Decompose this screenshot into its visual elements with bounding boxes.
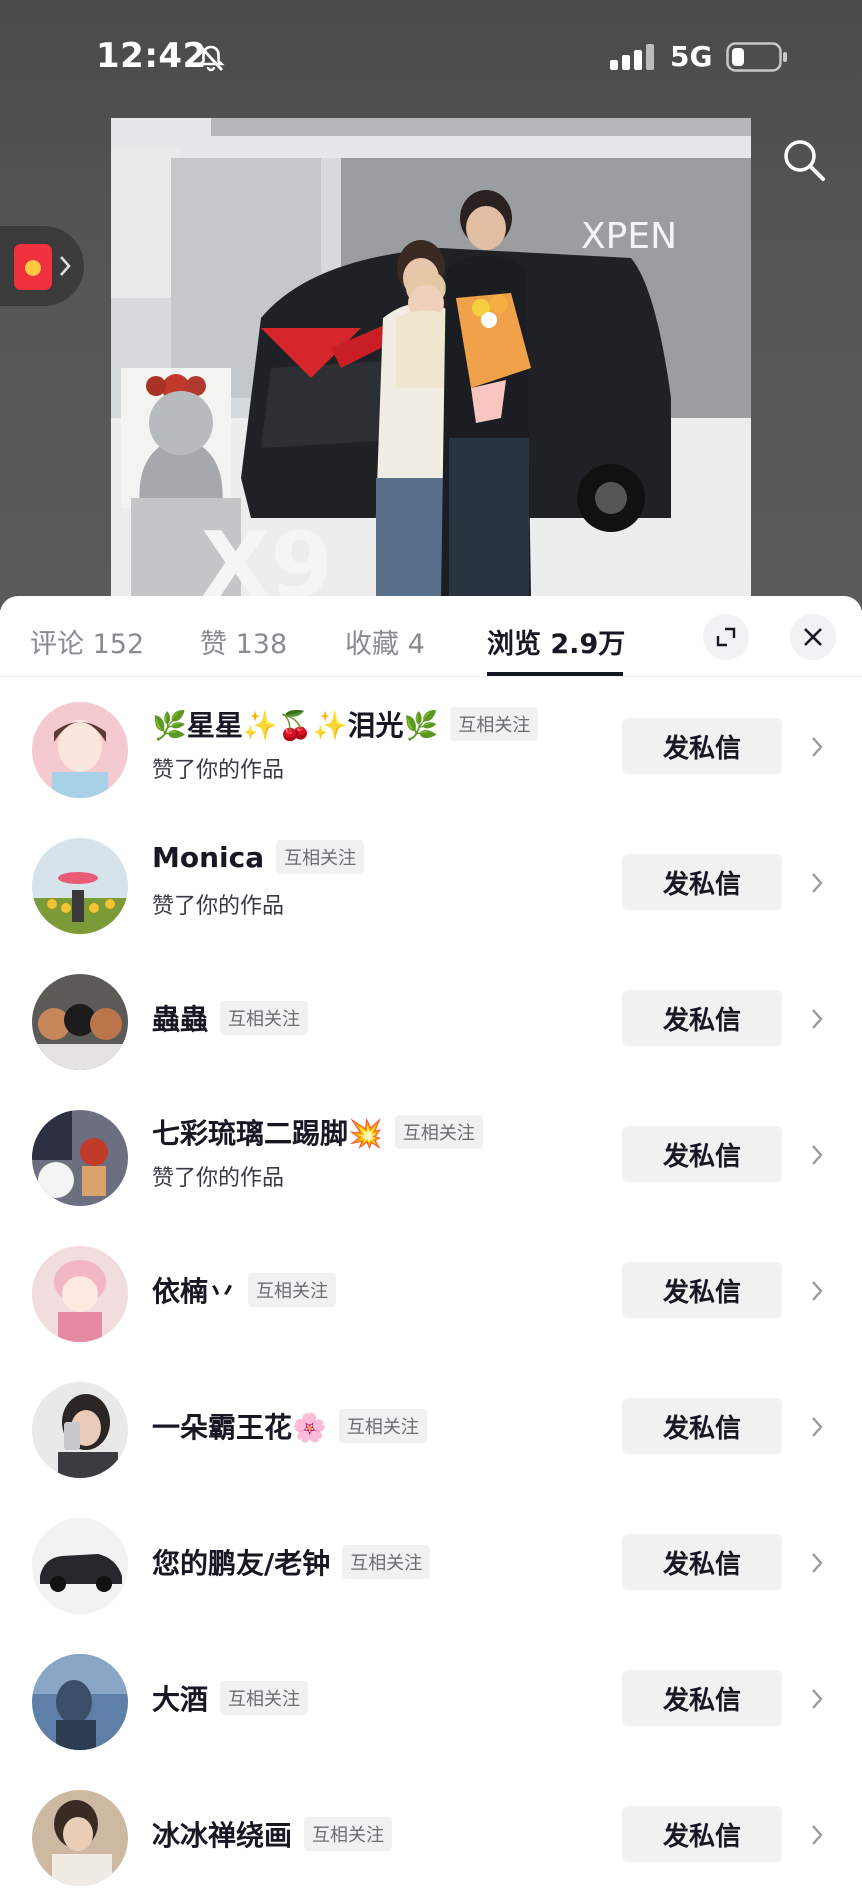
signal-icon <box>610 44 654 70</box>
list-item[interactable]: 蟲蟲 互相关注 发私信 <box>0 952 862 1088</box>
chevron-right-icon[interactable] <box>810 1143 824 1167</box>
tab-comments[interactable]: 评论 152 <box>30 622 144 661</box>
network-label: 5G <box>670 40 713 73</box>
mutual-follow-badge: 互相关注 <box>220 1681 309 1715</box>
send-message-button[interactable]: 发私信 <box>622 1670 782 1726</box>
user-name: 蟲蟲 <box>152 1003 209 1036</box>
activity-text: 赞了你的作品 <box>152 758 285 783</box>
user-name: Monica <box>152 840 265 874</box>
status-time: 12:42 <box>96 36 207 76</box>
video-thumbnail[interactable]: XPEN X9 <box>111 118 751 598</box>
showroom-photo: XPEN X9 <box>111 118 751 598</box>
bottom-sheet: 评论 152 赞 138 收藏 4 浏览 2.9万 🌿星星✨🍒✨泪光🌿 互相关注… <box>0 596 862 1886</box>
list-item[interactable]: 依楠丷 互相关注 发私信 <box>0 1224 862 1360</box>
list-item[interactable]: Monica 互相关注 赞了你的作品 发私信 <box>0 816 862 952</box>
avatar[interactable] <box>32 974 128 1070</box>
mutual-follow-badge: 互相关注 <box>342 1545 431 1579</box>
mutual-follow-badge: 互相关注 <box>304 1817 393 1851</box>
user-name: 冰冰禅绕画 <box>152 1819 293 1852</box>
battery-icon <box>726 42 787 72</box>
activity-text: 赞了你的作品 <box>152 894 285 919</box>
send-message-button[interactable]: 发私信 <box>622 1126 782 1182</box>
expand-button[interactable] <box>703 614 749 660</box>
brand-sign: XPEN <box>581 216 677 257</box>
red-packet-button[interactable] <box>0 226 84 306</box>
avatar[interactable] <box>32 1654 128 1750</box>
tab-bar: 评论 152 赞 138 收藏 4 浏览 2.9万 <box>0 596 862 677</box>
tab-likes[interactable]: 赞 138 <box>200 622 287 661</box>
close-icon <box>804 628 822 646</box>
chevron-right-icon[interactable] <box>810 1007 824 1031</box>
avatar[interactable] <box>32 1382 128 1478</box>
send-message-button[interactable]: 发私信 <box>622 1262 782 1318</box>
list-item[interactable]: 🌿星星✨🍒✨泪光🌿 互相关注 赞了你的作品 发私信 <box>0 680 862 816</box>
send-message-button[interactable]: 发私信 <box>622 1806 782 1862</box>
user-name: 依楠丷 <box>152 1275 237 1308</box>
send-message-button[interactable]: 发私信 <box>622 990 782 1046</box>
user-name: 七彩琉璃二踢脚💥 <box>152 1117 383 1150</box>
list-item[interactable]: 七彩琉璃二踢脚💥 互相关注 赞了你的作品 发私信 <box>0 1088 862 1224</box>
model-letters: X9 <box>201 513 333 598</box>
user-name: 您的鹏友/老钟 <box>152 1547 331 1580</box>
send-message-button[interactable]: 发私信 <box>622 1398 782 1454</box>
mutual-follow-badge: 互相关注 <box>394 1115 483 1149</box>
list-item[interactable]: 您的鹏友/老钟 互相关注 发私信 <box>0 1496 862 1632</box>
tab-favorites[interactable]: 收藏 4 <box>345 622 425 661</box>
chevron-right-icon[interactable] <box>810 1823 824 1847</box>
list-item[interactable]: 大酒 互相关注 发私信 <box>0 1632 862 1768</box>
chevron-right-icon[interactable] <box>810 1687 824 1711</box>
red-envelope-icon <box>14 244 52 290</box>
user-name: 一朵霸王花🌸 <box>152 1411 327 1444</box>
close-button[interactable] <box>790 614 836 660</box>
mutual-follow-badge: 互相关注 <box>338 1409 427 1443</box>
mutual-follow-badge: 互相关注 <box>248 1273 337 1307</box>
avatar[interactable] <box>32 838 128 934</box>
avatar[interactable] <box>32 1110 128 1206</box>
send-message-button[interactable]: 发私信 <box>622 718 782 774</box>
user-name: 大酒 <box>152 1683 209 1716</box>
bell-slash-icon <box>197 45 225 72</box>
mutual-follow-badge: 互相关注 <box>276 840 365 874</box>
activity-text: 赞了你的作品 <box>152 1166 285 1191</box>
mutual-follow-badge: 互相关注 <box>220 1001 309 1035</box>
avatar[interactable] <box>32 1790 128 1886</box>
chevron-right-icon[interactable] <box>810 1279 824 1303</box>
avatar[interactable] <box>32 1246 128 1342</box>
search-icon[interactable] <box>780 136 828 184</box>
list-item[interactable]: 一朵霸王花🌸 互相关注 发私信 <box>0 1360 862 1496</box>
chevron-right-icon[interactable] <box>810 735 824 759</box>
send-message-button[interactable]: 发私信 <box>622 854 782 910</box>
avatar[interactable] <box>32 1518 128 1614</box>
chevron-right-icon <box>60 256 71 276</box>
chevron-right-icon[interactable] <box>810 1415 824 1439</box>
avatar[interactable] <box>32 702 128 798</box>
active-tab-indicator <box>487 672 623 676</box>
chevron-right-icon[interactable] <box>810 871 824 895</box>
send-message-button[interactable]: 发私信 <box>622 1534 782 1590</box>
chevron-right-icon[interactable] <box>810 1551 824 1575</box>
status-bar: 12:42 5G <box>0 0 862 118</box>
mutual-follow-badge: 互相关注 <box>450 707 539 741</box>
expand-icon <box>716 627 736 647</box>
tab-views[interactable]: 浏览 2.9万 <box>487 622 625 661</box>
user-name: 🌿星星✨🍒✨泪光🌿 <box>152 709 439 742</box>
list-item[interactable]: 冰冰禅绕画 互相关注 发私信 <box>0 1768 862 1904</box>
